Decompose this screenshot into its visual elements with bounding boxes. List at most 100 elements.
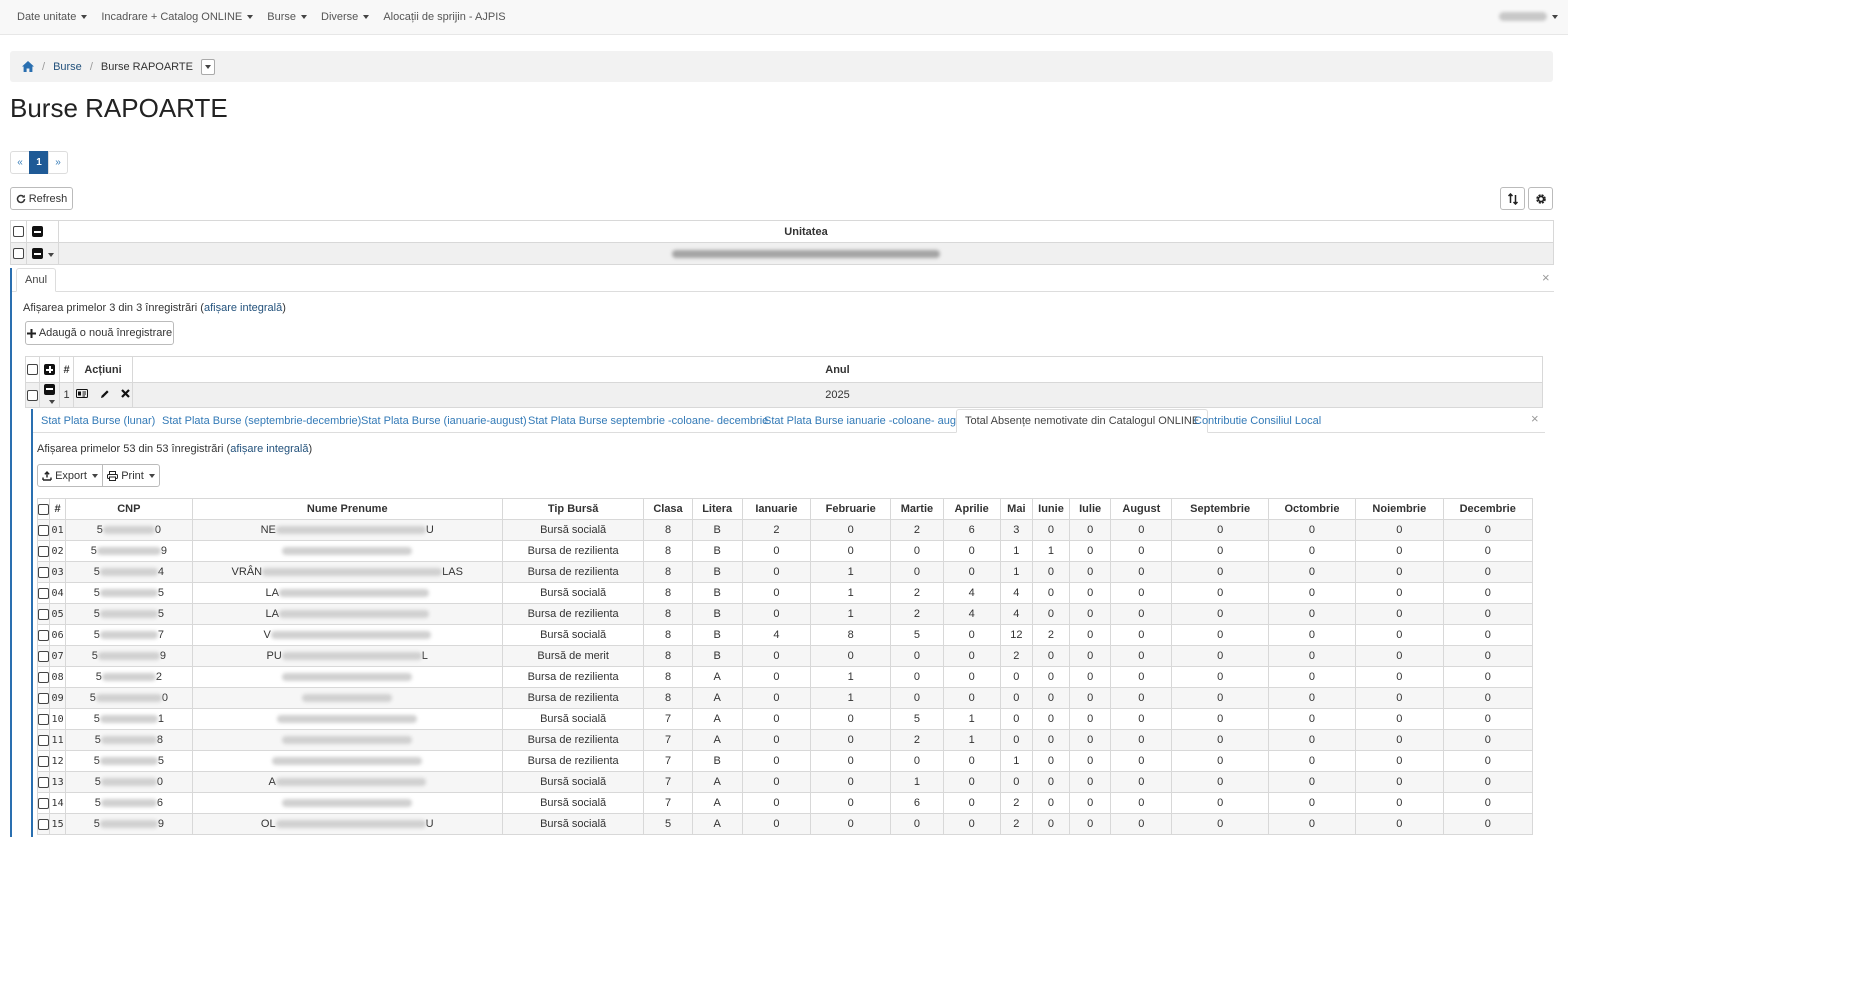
export-label: Export <box>55 469 87 482</box>
close-icon[interactable]: × <box>1542 270 1550 285</box>
select-all-checkbox[interactable] <box>38 503 49 515</box>
breadcrumb-dropdown-button[interactable] <box>200 58 215 75</box>
row-checkbox[interactable] <box>38 713 49 725</box>
caret-down-icon[interactable] <box>48 252 54 257</box>
month-absences-cell: 0 <box>1171 687 1269 709</box>
litera-cell: A <box>691 771 743 793</box>
month-absences-cell: 0 <box>1069 582 1112 604</box>
row-select-cell <box>36 813 51 835</box>
month-absences-cell: 0 <box>1031 519 1071 541</box>
expand-all-icon[interactable] <box>44 364 55 376</box>
name-start: A <box>268 776 276 788</box>
month-absences-cell: 0 <box>1355 771 1444 793</box>
month-absences-cell: 1 <box>810 666 892 688</box>
tip-bursa-cell: Bursa de rezilienta <box>501 540 645 562</box>
anul-table: # Acțiuni Anul 1 2025 <box>25 356 1543 408</box>
nav-menu-incadrare-catalog[interactable]: Incadrare + Catalog ONLINE <box>94 11 260 23</box>
nav-menu-burse[interactable]: Burse <box>260 11 314 23</box>
show-all-link[interactable]: afișare integrală <box>230 443 308 455</box>
close-icon[interactable]: × <box>1531 411 1539 426</box>
name-cell <box>191 687 503 709</box>
month-absences-cell: 0 <box>1031 750 1071 772</box>
row-checkbox[interactable] <box>38 629 49 641</box>
tab-stat-plata-lunar[interactable]: Stat Plata Burse (lunar) <box>33 409 163 433</box>
month-absences-cell: 0 <box>810 750 892 772</box>
row-checkbox[interactable] <box>38 776 49 788</box>
row-checkbox[interactable] <box>38 587 49 599</box>
row-select-cell <box>36 624 51 646</box>
collapse-row-icon[interactable] <box>32 248 43 260</box>
month-absences-cell: 0 <box>1031 729 1071 751</box>
tab-stat-plata-ian-aug[interactable]: Stat Plata Burse (ianuarie-august) <box>353 409 535 433</box>
add-record-button[interactable]: Adaugă o nouă înregistrare <box>25 321 174 345</box>
month-absences-cell: 0 <box>942 666 1001 688</box>
cnp-end: 5 <box>157 587 164 599</box>
records-info-text: Afișarea primelor 53 din 53 înregistrări… <box>37 443 231 455</box>
row-select-cell <box>36 708 51 730</box>
litera-cell: B <box>691 582 743 604</box>
tab-contributie-consiliul-local[interactable]: Contributie Consiliul Local <box>1186 409 1329 433</box>
home-icon[interactable] <box>22 61 34 72</box>
row-checkbox[interactable] <box>27 389 38 401</box>
row-checkbox[interactable] <box>38 755 49 767</box>
month-absences-cell: 0 <box>1110 540 1173 562</box>
month-absences-cell: 4 <box>999 603 1033 625</box>
delete-x-icon[interactable] <box>120 389 130 401</box>
edit-pencil-icon[interactable] <box>100 389 110 402</box>
cnp-start: 5 <box>94 734 101 746</box>
row-checkbox[interactable] <box>13 248 24 260</box>
table-row: 11 5 8 Bursa de rezilienta 7 A 0 0 2 1 0 0 0 0 0 0 0 0 <box>36 729 1533 751</box>
collapse-all-icon[interactable] <box>32 226 43 238</box>
tab-anul[interactable]: Anul <box>16 268 57 292</box>
user-name-redacted <box>1499 12 1547 21</box>
tab-stat-plata-sept-coloane-dec[interactable]: Stat Plata Burse septembrie -coloane- de… <box>520 409 776 433</box>
nav-menu-alocatii[interactable]: Alocații de sprijin - AJPIS <box>376 11 512 23</box>
month-absences-cell: 0 <box>1031 645 1071 667</box>
user-menu[interactable] <box>1499 12 1558 21</box>
month-absences-cell: 0 <box>1267 603 1357 625</box>
row-checkbox[interactable] <box>38 818 49 830</box>
select-all-checkbox[interactable] <box>13 226 24 238</box>
settings-button[interactable] <box>1528 187 1553 210</box>
pagination-page-current[interactable]: 1 <box>29 151 49 174</box>
sort-button[interactable] <box>1500 187 1525 210</box>
column-header: Februarie <box>810 498 892 520</box>
clasa-cell: 8 <box>643 561 693 583</box>
month-absences-cell: 0 <box>741 708 812 730</box>
breadcrumb-link-burse[interactable]: Burse <box>53 61 82 73</box>
caret-down-icon[interactable] <box>49 400 55 404</box>
pagination-next[interactable]: » <box>48 151 68 174</box>
refresh-button[interactable]: Refresh <box>10 187 73 210</box>
export-button[interactable]: Export <box>37 464 103 487</box>
row-checkbox[interactable] <box>38 797 49 809</box>
tab-stat-plata-sept-dec[interactable]: Stat Plata Burse (septembrie-decembrie) <box>154 409 369 433</box>
export-icon <box>42 470 52 481</box>
row-checkbox[interactable] <box>38 650 49 662</box>
nav-menu-diverse[interactable]: Diverse <box>314 11 376 23</box>
caret-down-icon <box>204 64 211 69</box>
row-checkbox[interactable] <box>38 566 49 578</box>
collapse-row-icon[interactable] <box>44 383 55 395</box>
cnp-redacted <box>100 778 157 787</box>
select-all-checkbox[interactable] <box>27 364 38 376</box>
row-checkbox[interactable] <box>38 524 49 536</box>
name-start: LA <box>265 587 279 599</box>
row-checkbox[interactable] <box>38 734 49 746</box>
month-absences-cell: 0 <box>741 603 812 625</box>
tab-total-absente[interactable]: Total Absențe nemotivate din Catalogul O… <box>956 409 1209 433</box>
print-button[interactable]: Print <box>102 464 160 487</box>
row-checkbox[interactable] <box>38 671 49 683</box>
month-absences-cell: 5 <box>890 624 944 646</box>
month-absences-cell: 0 <box>810 771 892 793</box>
cnp-redacted <box>95 694 162 703</box>
show-all-link[interactable]: afișare integrală <box>204 302 282 314</box>
row-checkbox[interactable] <box>38 545 49 557</box>
tip-bursa-cell: Bursă socială <box>501 813 645 835</box>
pagination-prev[interactable]: « <box>10 151 30 174</box>
tab-stat-plata-ian-coloane-aug[interactable]: Stat Plata Burse ianuarie -coloane- augu… <box>756 409 979 433</box>
table-row: 08 5 2 Bursa de rezilienta 8 A 0 1 0 0 0 0 0 0 0 0 0 0 <box>36 666 1533 688</box>
nav-menu-date-unitate[interactable]: Date unitate <box>0 11 94 23</box>
row-checkbox[interactable] <box>38 692 49 704</box>
row-checkbox[interactable] <box>38 608 49 620</box>
view-card-icon[interactable] <box>76 389 89 401</box>
